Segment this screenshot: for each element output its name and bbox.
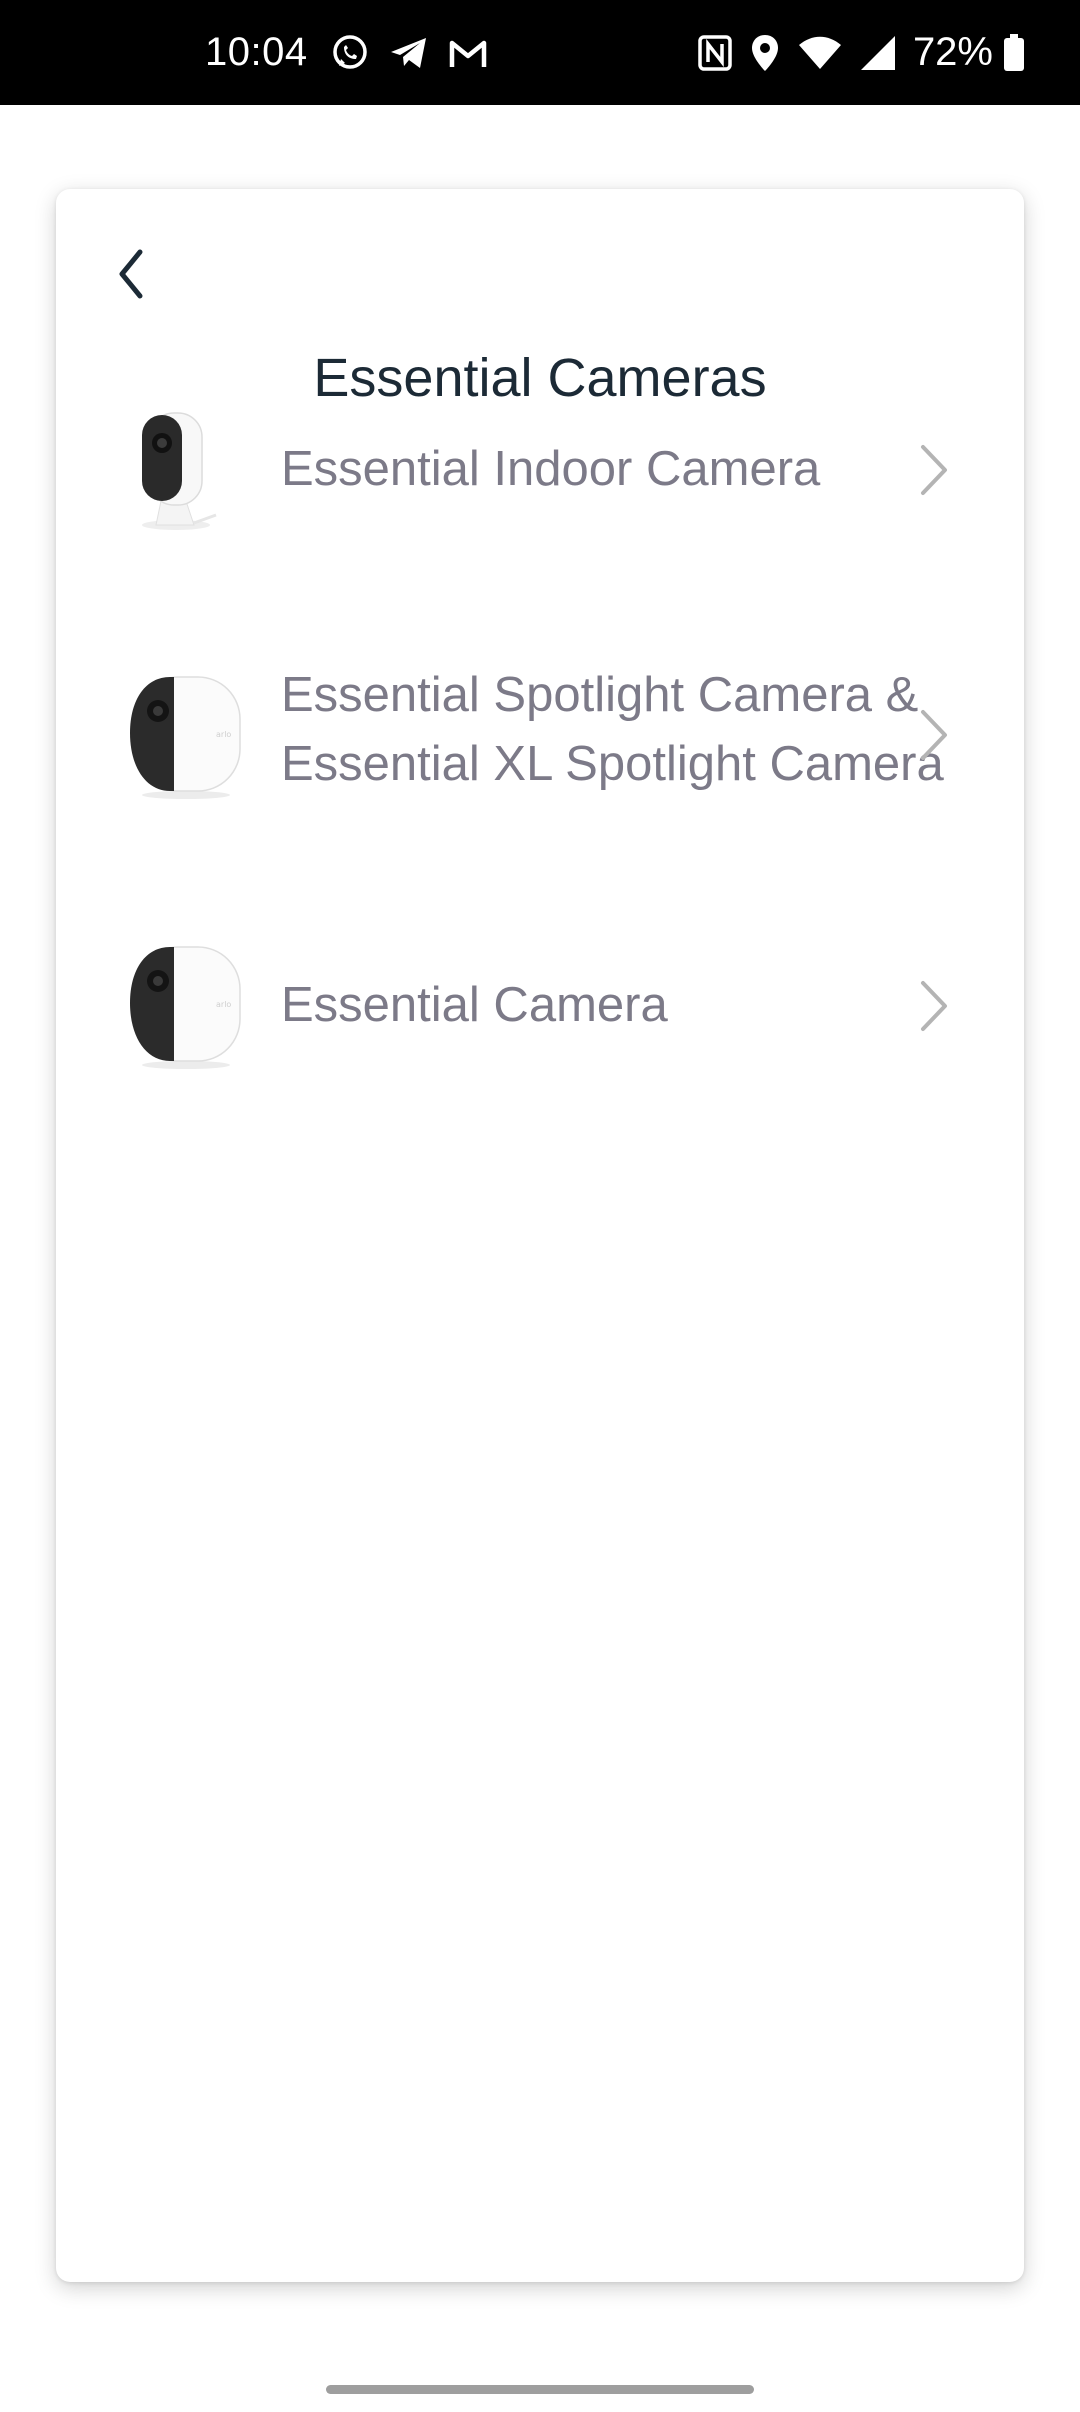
svg-text:arlo: arlo [216,730,231,739]
status-bar-right: 72% [697,30,1025,75]
home-indicator[interactable] [326,2385,754,2394]
chevron-right-icon [914,440,954,500]
device-item-essential-camera[interactable]: arlo Essential Camera [56,919,1024,1089]
back-button[interactable] [96,239,166,309]
gmail-icon [448,37,488,69]
telegram-icon [388,34,430,72]
camera-selection-card: Essential Cameras Essential Indoor Camer… [56,189,1024,2282]
device-item-indoor-camera[interactable]: Essential Indoor Camera [56,385,1024,555]
device-label: Essential Camera [281,978,668,1032]
device-label: Essential Spotlight Camera & Essential X… [281,668,944,791]
device-item-spotlight-camera[interactable]: arlo Essential Spotlight Camera & Essent… [56,661,1024,891]
device-label: Essential Indoor Camera [281,442,821,496]
battery-icon [1003,33,1025,72]
status-bar: 10:04 72% [0,0,1080,105]
chevron-right-icon [914,976,954,1036]
chevron-right-icon [914,705,954,765]
spotlight-camera-image: arlo [116,671,246,801]
indoor-camera-image [116,405,246,535]
status-time: 10:04 [205,30,308,74]
battery-percentage: 72% [912,30,993,74]
wifi-icon [797,35,843,71]
svg-text:arlo: arlo [216,1000,231,1009]
essential-camera-image: arlo [116,941,246,1071]
whatsapp-icon [330,33,370,73]
chevron-left-icon [119,249,143,299]
signal-icon [859,34,897,72]
location-icon [749,33,781,73]
nfc-icon [697,34,733,72]
status-bar-left: 10:04 [205,30,506,75]
